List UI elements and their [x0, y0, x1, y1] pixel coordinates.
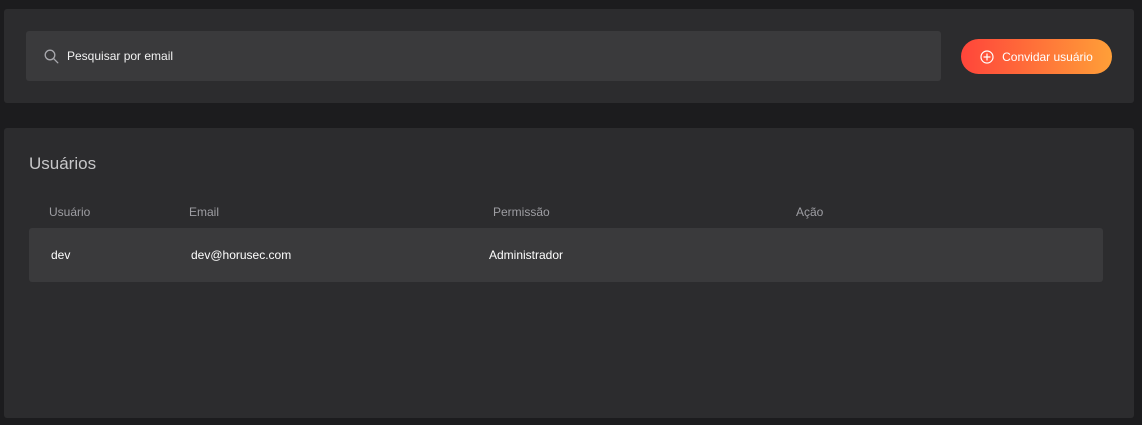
invite-user-button[interactable]: Convidar usuário: [961, 39, 1112, 74]
invite-user-label: Convidar usuário: [1002, 49, 1093, 64]
search-icon: [43, 48, 59, 64]
table-row: dev dev@horusec.com Administrador: [29, 228, 1103, 282]
cell-email: dev@horusec.com: [191, 248, 292, 262]
plus-circle-icon: [980, 49, 994, 64]
page-title: Usuários: [29, 154, 97, 173]
search-input[interactable]: [67, 46, 907, 66]
search-box[interactable]: [26, 31, 941, 81]
cell-user: dev: [51, 248, 71, 262]
toolbar-panel: Convidar usuário: [4, 9, 1134, 103]
column-header-email: Email: [189, 205, 220, 219]
cell-permission: Administrador: [489, 248, 564, 262]
column-header-action: Ação: [796, 205, 824, 219]
users-panel: Usuários Usuário Email Permissão Ação de…: [4, 128, 1134, 418]
column-header-permission: Permissão: [493, 205, 550, 219]
column-header-user: Usuário: [49, 205, 91, 219]
